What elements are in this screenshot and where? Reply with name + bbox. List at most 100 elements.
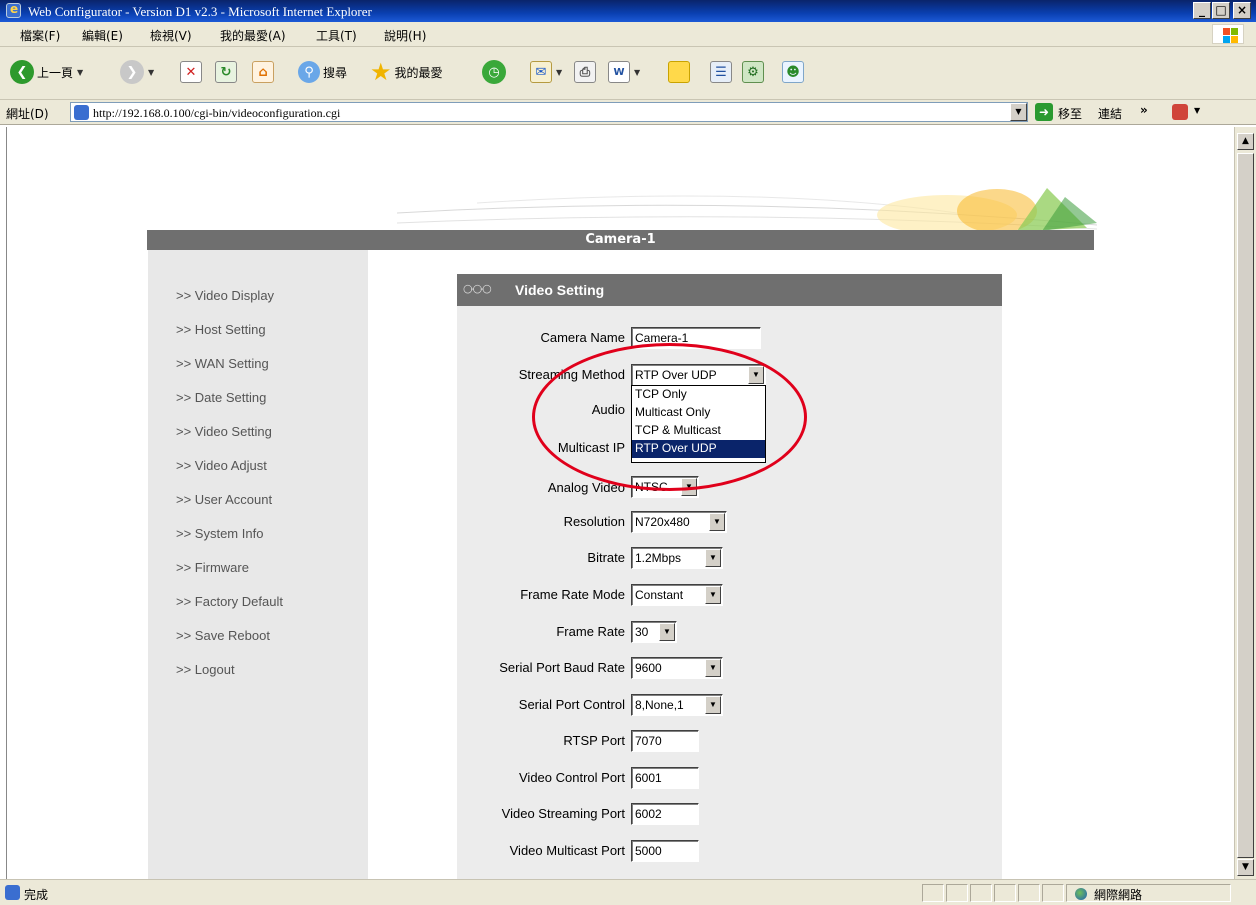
panel-header: ○-○-○ Video Setting — [457, 274, 1002, 306]
status-cell — [1018, 884, 1040, 902]
video-streaming-port-label: Video Streaming Port — [501, 806, 625, 821]
menu-bar: 檔案(F) 編輯(E) 檢視(V) 我的最愛(A) 工具(T) 說明(H) — [0, 22, 1256, 47]
go-arrow-icon[interactable]: ➜ — [1035, 103, 1053, 121]
chevron-down-icon: ▼ — [77, 67, 84, 77]
chevron-down-icon[interactable]: ▼ — [709, 513, 725, 531]
nav-video-setting[interactable]: >> Video Setting — [176, 424, 272, 439]
menu-help[interactable]: 說明(H) — [384, 27, 426, 44]
minimize-button[interactable]: _ — [1193, 2, 1211, 19]
nav-video-display[interactable]: >> Video Display — [176, 288, 274, 303]
security-zone: 網際網路 — [1094, 888, 1143, 902]
serial-control-select[interactable]: 8,None,1 ▼ — [631, 694, 723, 716]
page-status-icon — [5, 885, 20, 900]
edit-button[interactable]: W ▼ — [608, 57, 640, 87]
nav-system-info[interactable]: >> System Info — [176, 526, 263, 541]
home-button[interactable]: ⌂ — [252, 57, 274, 87]
chevron-down-icon[interactable]: ▼ — [1194, 106, 1200, 115]
frame-rate-mode-label: Frame Rate Mode — [520, 587, 625, 602]
baud-rate-select[interactable]: 9600 ▼ — [631, 657, 723, 679]
chevron-down-icon[interactable]: ▼ — [705, 696, 721, 714]
back-button[interactable]: ❮ 上一頁 ▼ — [10, 57, 83, 87]
status-text: 完成 — [24, 888, 49, 902]
chevron-right-icon[interactable]: » — [1140, 103, 1148, 117]
highlight-annotation — [532, 343, 807, 491]
messenger-button[interactable]: ☻ — [782, 57, 804, 87]
windows-logo-icon — [1212, 24, 1244, 44]
menu-view[interactable]: 檢視(V) — [150, 27, 192, 44]
links-button[interactable]: 連結 — [1098, 105, 1122, 122]
menu-tools[interactable]: 工具(T) — [316, 27, 357, 44]
nav-logout[interactable]: >> Logout — [176, 662, 235, 677]
toolbar-extension-icon[interactable] — [1172, 104, 1188, 120]
nav-video-adjust[interactable]: >> Video Adjust — [176, 458, 267, 473]
address-url[interactable]: http://192.168.0.100/cgi-bin/videoconfig… — [93, 106, 340, 121]
banner-graphic — [397, 188, 1097, 233]
messenger-people-icon: ☻ — [782, 61, 804, 83]
vertical-scrollbar[interactable]: ▲ ▼ — [1234, 127, 1256, 879]
camera-name-label: Camera Name — [540, 330, 625, 345]
print-button[interactable]: ⎙ — [574, 57, 596, 87]
ie-app-icon[interactable] — [6, 2, 21, 18]
scroll-down-button[interactable]: ▼ — [1237, 859, 1254, 876]
menu-edit[interactable]: 編輯(E) — [82, 27, 123, 44]
nav-factory-default[interactable]: >> Factory Default — [176, 594, 283, 609]
messenger-bot-button[interactable]: ⚙ — [742, 57, 764, 87]
close-button[interactable]: × — [1233, 2, 1251, 19]
mail-icon: ✉ — [530, 61, 552, 83]
research-book-icon: ☰ — [710, 61, 732, 83]
refresh-button[interactable]: ↻ — [215, 57, 237, 87]
nav-user-account[interactable]: >> User Account — [176, 492, 272, 507]
frame-rate-select[interactable]: 30 ▼ — [631, 621, 677, 643]
frame-rate-mode-select[interactable]: Constant ▼ — [631, 584, 723, 606]
chevron-down-icon[interactable]: ▼ — [659, 623, 675, 641]
rtsp-port-input[interactable]: 7070 — [631, 730, 699, 752]
page-header: Camera-1 — [147, 230, 1094, 250]
mail-button[interactable]: ✉ ▼ — [530, 57, 562, 87]
baud-rate-label: Serial Port Baud Rate — [499, 660, 625, 675]
maximize-button[interactable]: □ — [1212, 2, 1230, 19]
video-multicast-port-input[interactable]: 5000 — [631, 840, 699, 862]
scroll-up-button[interactable]: ▲ — [1237, 133, 1254, 150]
address-dropdown-button[interactable]: ▼ — [1010, 103, 1027, 121]
nav-date-setting[interactable]: >> Date Setting — [176, 390, 266, 405]
address-label: 網址(D) — [6, 107, 49, 121]
video-multicast-port-label: Video Multicast Port — [509, 843, 625, 858]
status-bar: 完成 網際網路 — [0, 879, 1256, 905]
stop-button[interactable]: ✕ — [180, 57, 202, 87]
notes-button[interactable] — [668, 57, 690, 87]
nav-host-setting[interactable]: >> Host Setting — [176, 322, 266, 337]
nav-save-reboot[interactable]: >> Save Reboot — [176, 628, 270, 643]
video-streaming-port-input[interactable]: 6002 — [631, 803, 699, 825]
notes-icon — [668, 61, 690, 83]
back-arrow-icon: ❮ — [10, 60, 34, 84]
status-cell — [922, 884, 944, 902]
scrollbar-thumb[interactable] — [1237, 153, 1254, 858]
nav-firmware[interactable]: >> Firmware — [176, 560, 249, 575]
research-button[interactable]: ☰ — [710, 57, 732, 87]
forward-button[interactable]: ❯ ▼ — [120, 57, 154, 87]
bitrate-select[interactable]: 1.2Mbps ▼ — [631, 547, 723, 569]
chevron-down-icon[interactable]: ▼ — [705, 549, 721, 567]
go-button[interactable]: 移至 — [1058, 105, 1082, 122]
nav-wan-setting[interactable]: >> WAN Setting — [176, 356, 269, 371]
chevron-down-icon[interactable]: ▼ — [705, 659, 721, 677]
home-icon: ⌂ — [252, 61, 274, 83]
standard-toolbar: ❮ 上一頁 ▼ ❯ ▼ ✕ ↻ ⌂ ⚲ 搜尋 ★ 我的最愛 ◷ ✉ ▼ ⎙ W … — [0, 47, 1256, 100]
window-title-bar[interactable]: Web Configurator - Version D1 v2.3 - Mic… — [0, 0, 1256, 22]
frame-rate-label: Frame Rate — [556, 624, 625, 639]
address-input[interactable]: http://192.168.0.100/cgi-bin/videoconfig… — [70, 102, 1028, 122]
search-button[interactable]: ⚲ 搜尋 — [298, 57, 347, 87]
menu-file[interactable]: 檔案(F) — [20, 27, 60, 44]
favorites-button[interactable]: ★ 我的最愛 — [370, 57, 443, 87]
page-icon — [74, 105, 89, 120]
chevron-down-icon[interactable]: ▼ — [705, 586, 721, 604]
resolution-select[interactable]: N720x480 ▼ — [631, 511, 727, 533]
status-cell — [1042, 884, 1064, 902]
chevron-down-icon: ▼ — [634, 67, 641, 77]
link-chain-icon: ○-○-○ — [463, 282, 492, 295]
serial-control-label: Serial Port Control — [518, 697, 625, 712]
history-button[interactable]: ◷ — [482, 57, 506, 87]
video-control-port-input[interactable]: 6001 — [631, 767, 699, 789]
menu-favorites[interactable]: 我的最愛(A) — [220, 27, 286, 44]
forward-arrow-icon: ❯ — [120, 60, 144, 84]
